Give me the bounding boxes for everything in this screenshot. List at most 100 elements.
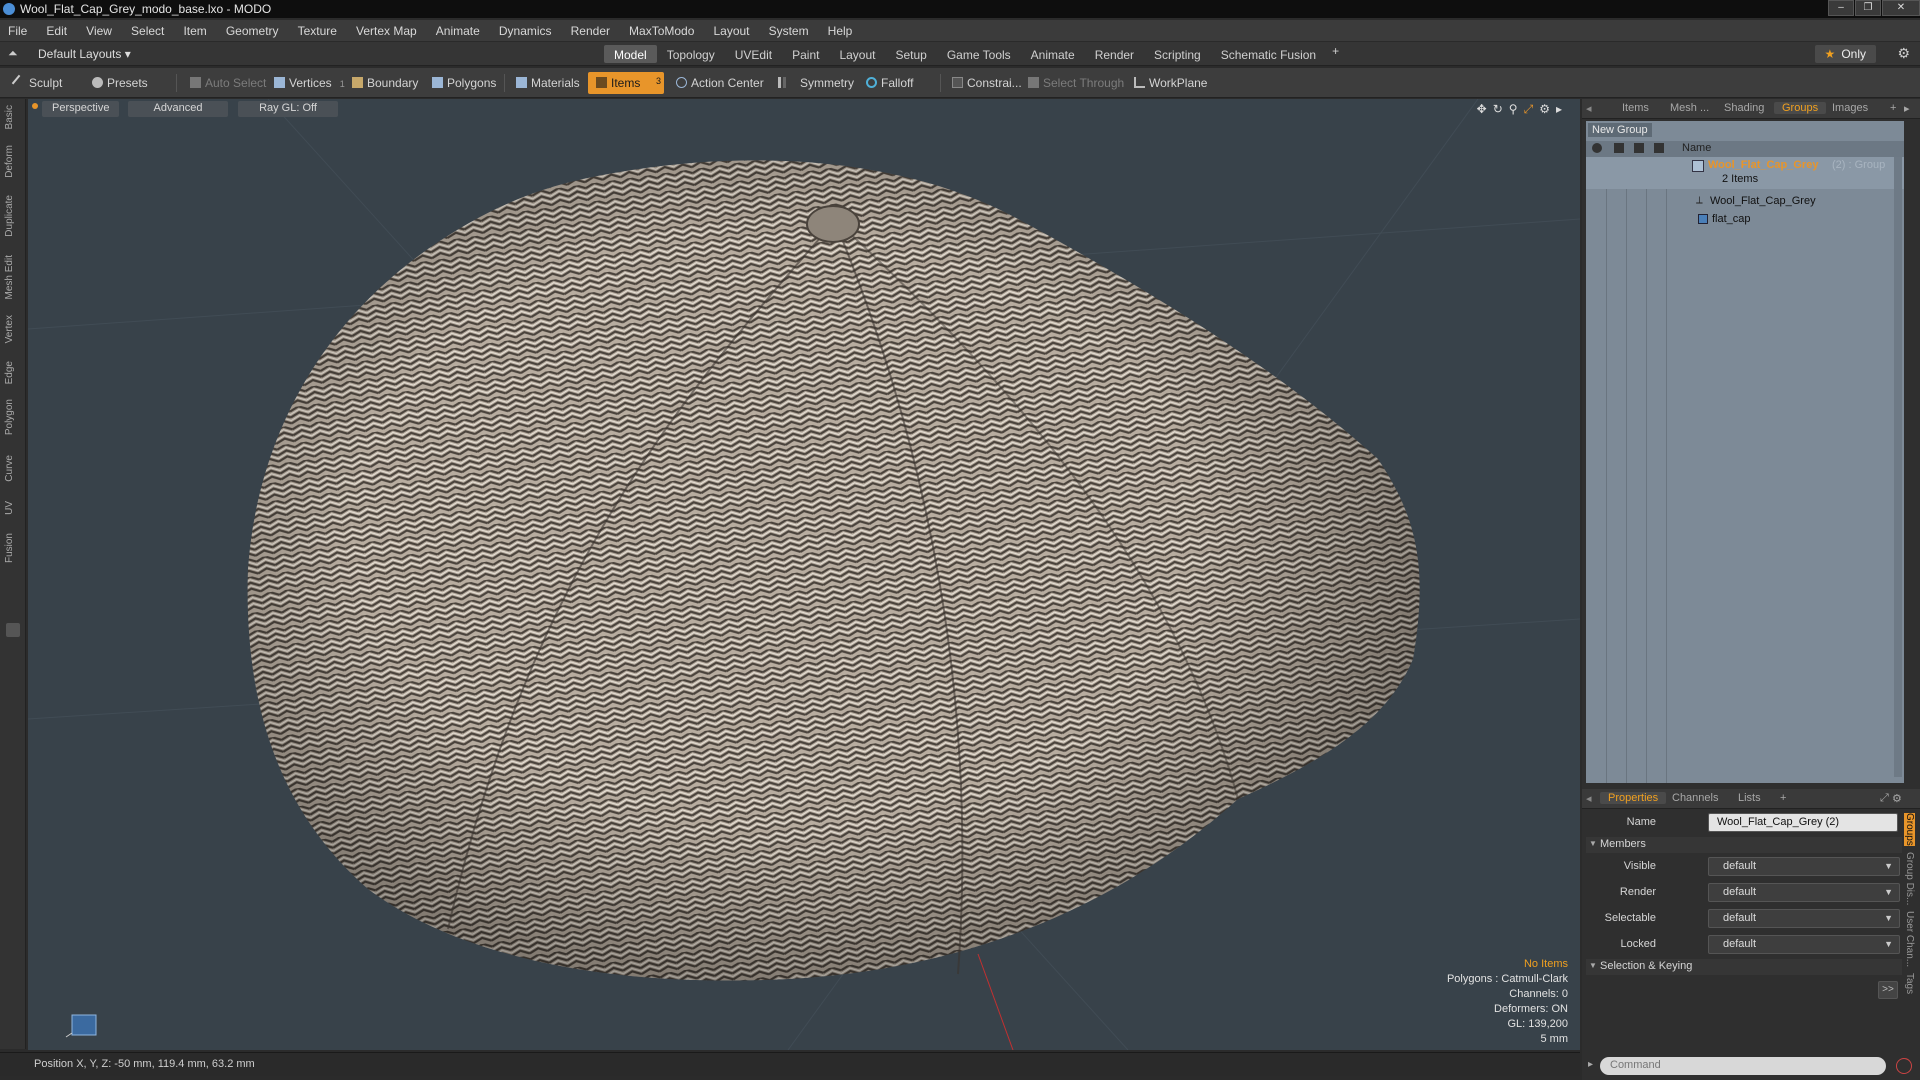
- shading-button[interactable]: Advanced: [128, 101, 228, 117]
- add-tab-button[interactable]: +: [1326, 45, 1345, 63]
- tab-mesh[interactable]: Mesh ...: [1670, 102, 1709, 114]
- selection-keying-section[interactable]: ▼ Selection & Keying: [1586, 959, 1902, 975]
- add-panel-tab-icon[interactable]: +: [1780, 792, 1786, 804]
- locked-dropdown[interactable]: default ▼: [1708, 935, 1900, 954]
- move-view-icon[interactable]: ✥: [1477, 102, 1487, 117]
- tab-items[interactable]: Items: [1622, 102, 1649, 114]
- boundary-button[interactable]: Boundary: [344, 72, 426, 94]
- constraints-button[interactable]: Constrai...: [944, 72, 1030, 94]
- expand-button[interactable]: >>: [1878, 981, 1898, 999]
- new-group-button[interactable]: New Group: [1588, 123, 1652, 137]
- tab-mesh-edit[interactable]: Mesh Edit: [4, 255, 22, 299]
- raygl-button[interactable]: Ray GL: Off: [238, 101, 338, 117]
- menu-system[interactable]: System: [761, 20, 817, 38]
- polygons-button[interactable]: Polygons: [424, 72, 504, 94]
- symmetry-button[interactable]: Symmetry: [770, 72, 862, 94]
- view-mode-button[interactable]: Perspective: [42, 101, 120, 117]
- side-tab-user-channels[interactable]: User Chan...: [1904, 911, 1915, 967]
- items-button[interactable]: Items 3: [588, 72, 664, 94]
- menu-view[interactable]: View: [78, 20, 120, 38]
- layout-toggle-icon[interactable]: ⏶: [8, 46, 18, 61]
- tab-images[interactable]: Images: [1832, 102, 1868, 114]
- visibility-column-icon[interactable]: [1592, 143, 1602, 153]
- panel-toggle-icon[interactable]: [6, 623, 20, 637]
- tab-groups[interactable]: Groups: [1774, 102, 1827, 114]
- presets-button[interactable]: Presets: [84, 72, 156, 94]
- tab-uvedit[interactable]: UVEdit: [725, 45, 782, 63]
- side-tab-group-display[interactable]: Group Dis...: [1904, 852, 1915, 905]
- tab-topology[interactable]: Topology: [657, 45, 725, 63]
- selectable-dropdown[interactable]: default ▼: [1708, 909, 1900, 928]
- menu-help[interactable]: Help: [820, 20, 861, 38]
- tab-render[interactable]: Render: [1085, 45, 1144, 63]
- viewport-expand-icon[interactable]: ▸: [1556, 102, 1562, 117]
- command-input[interactable]: Command: [1600, 1057, 1886, 1075]
- members-section[interactable]: ▼ Members: [1586, 837, 1902, 853]
- action-center-button[interactable]: Action Center: [668, 72, 772, 94]
- render-dropdown[interactable]: default ▼: [1708, 883, 1900, 902]
- panel-menu-icon[interactable]: ◂: [1586, 792, 1592, 805]
- group-child-row[interactable]: ⟂ Wool_Flat_Cap_Grey: [1586, 193, 1904, 211]
- menu-maxtomodo[interactable]: MaxToModo: [621, 20, 702, 38]
- sculpt-button[interactable]: Sculpt: [6, 72, 70, 94]
- tab-properties[interactable]: Properties: [1600, 792, 1667, 804]
- tab-vertex[interactable]: Vertex: [4, 315, 22, 343]
- tab-game-tools[interactable]: Game Tools: [937, 45, 1021, 63]
- menu-vertex-map[interactable]: Vertex Map: [348, 20, 425, 38]
- panel-settings-icon[interactable]: ⚙: [1892, 792, 1902, 805]
- tab-model[interactable]: Model: [604, 45, 657, 63]
- tab-polygon[interactable]: Polygon: [4, 399, 22, 435]
- menu-texture[interactable]: Texture: [290, 20, 345, 38]
- menu-geometry[interactable]: Geometry: [218, 20, 287, 38]
- command-expand-icon[interactable]: ▸: [1588, 1059, 1593, 1070]
- tab-duplicate[interactable]: Duplicate: [4, 195, 22, 237]
- tab-animate[interactable]: Animate: [1021, 45, 1085, 63]
- menu-animate[interactable]: Animate: [428, 20, 488, 38]
- tab-shading[interactable]: Shading: [1724, 102, 1764, 114]
- tab-scripting[interactable]: Scripting: [1144, 45, 1211, 63]
- minimize-button[interactable]: –: [1828, 0, 1854, 16]
- tab-channels[interactable]: Channels: [1672, 792, 1718, 804]
- menu-dynamics[interactable]: Dynamics: [491, 20, 560, 38]
- materials-button[interactable]: Materials: [508, 72, 588, 94]
- tab-layout[interactable]: Layout: [829, 45, 885, 63]
- auto-select-button[interactable]: Auto Select: [182, 72, 274, 94]
- menu-render[interactable]: Render: [563, 20, 618, 38]
- select-column-icon[interactable]: [1654, 143, 1664, 153]
- zoom-view-icon[interactable]: ⚲: [1509, 102, 1518, 117]
- tab-lists[interactable]: Lists: [1738, 792, 1761, 804]
- only-toggle[interactable]: ★ Only: [1814, 45, 1876, 63]
- falloff-button[interactable]: Falloff: [858, 72, 921, 94]
- menu-layout[interactable]: Layout: [705, 20, 757, 38]
- tab-uv[interactable]: UV: [4, 501, 22, 515]
- name-field[interactable]: Wool_Flat_Cap_Grey (2): [1708, 813, 1898, 832]
- select-through-button[interactable]: Select Through: [1020, 72, 1132, 94]
- command-record-icon[interactable]: [1896, 1058, 1912, 1074]
- panel-menu-icon[interactable]: ◂: [1586, 102, 1592, 115]
- tab-deform[interactable]: Deform: [4, 145, 22, 178]
- tab-paint[interactable]: Paint: [782, 45, 829, 63]
- menu-item[interactable]: Item: [175, 20, 214, 38]
- viewport-menu-icon[interactable]: [32, 103, 38, 109]
- add-panel-tab-icon[interactable]: +: [1890, 102, 1896, 114]
- gear-icon[interactable]: ⚙: [1897, 45, 1910, 62]
- panel-expand-icon[interactable]: ⤢: [1880, 792, 1889, 805]
- menu-file[interactable]: File: [0, 20, 35, 38]
- menu-select[interactable]: Select: [123, 20, 172, 38]
- layouts-dropdown[interactable]: Default Layouts ▾: [38, 47, 131, 61]
- tab-edge[interactable]: Edge: [4, 361, 22, 384]
- workplane-button[interactable]: WorkPlane: [1126, 72, 1215, 94]
- group-child-row[interactable]: flat_cap: [1586, 211, 1904, 229]
- vertices-button[interactable]: Vertices 1: [266, 72, 353, 94]
- groups-scrollbar[interactable]: [1894, 157, 1902, 777]
- group-row[interactable]: Wool_Flat_Cap_Grey (2) : Group 2 Items: [1586, 157, 1904, 189]
- panel-expand-icon[interactable]: ▸: [1904, 102, 1910, 115]
- maximize-button[interactable]: ❐: [1855, 0, 1881, 16]
- fit-view-icon[interactable]: ⤢: [1524, 102, 1534, 117]
- tab-curve[interactable]: Curve: [4, 455, 22, 482]
- tab-basic[interactable]: Basic: [4, 105, 22, 129]
- rotate-view-icon[interactable]: ↻: [1493, 102, 1503, 117]
- tab-fusion[interactable]: Fusion: [4, 533, 22, 563]
- tab-schematic-fusion[interactable]: Schematic Fusion: [1211, 45, 1326, 63]
- lock-column-icon[interactable]: [1634, 143, 1644, 153]
